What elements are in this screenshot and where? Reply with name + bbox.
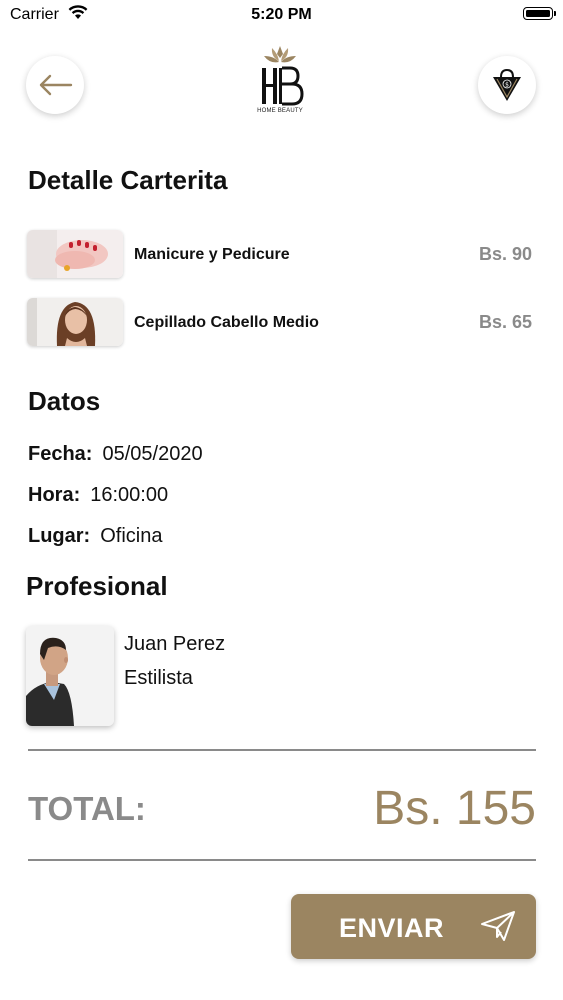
back-button[interactable]: [26, 56, 84, 114]
fecha-value: 05/05/2020: [102, 443, 203, 465]
lugar-label: Lugar:: [28, 525, 91, 547]
hora-row: Hora: 16:00:00: [28, 484, 168, 507]
send-button-label: ENVIAR: [339, 913, 445, 943]
divider: [28, 749, 536, 751]
svg-text:$: $: [505, 82, 509, 89]
arrow-left-icon: [39, 74, 73, 96]
service-thumbnail-manicure: [27, 230, 123, 278]
section-title-datos: Datos: [28, 386, 101, 416]
professional-role: Estilista: [124, 667, 193, 689]
logo-caption: HOME BEAUTY: [257, 108, 303, 114]
lugar-row: Lugar: Oficina: [28, 525, 162, 548]
shopping-bag-icon: $: [493, 68, 521, 101]
service-price: Bs. 90: [478, 244, 532, 264]
home-beauty-logo: HOME BEAUTY: [246, 44, 314, 120]
service-name: Cepillado Cabello Medio: [134, 314, 319, 331]
paper-plane-icon: [480, 910, 516, 947]
clock: 5:20 PM: [251, 6, 312, 23]
service-thumbnail-cepillado: [27, 298, 123, 346]
hora-label: Hora:: [28, 484, 81, 506]
fecha-label: Fecha:: [28, 443, 93, 465]
professional-avatar: [26, 626, 114, 726]
status-bar: Carrier 5:20 PM: [0, 0, 563, 30]
cart-button[interactable]: $: [478, 56, 536, 114]
section-title-detalle: Detalle Carterita: [28, 165, 228, 195]
divider: [28, 859, 536, 861]
total-value: Bs. 155: [373, 782, 536, 835]
total-label: TOTAL:: [28, 790, 146, 827]
lugar-value: Oficina: [100, 525, 163, 547]
professional-name: Juan Perez: [124, 633, 226, 655]
service-price: Bs. 65: [478, 312, 532, 332]
section-title-profesional: Profesional: [26, 571, 168, 601]
fecha-row: Fecha: 05/05/2020: [28, 443, 203, 466]
service-name: Manicure y Pedicure: [134, 246, 290, 263]
send-button[interactable]: ENVIAR: [291, 894, 536, 959]
battery-icon: [523, 7, 556, 20]
hora-value: 16:00:00: [90, 484, 169, 506]
